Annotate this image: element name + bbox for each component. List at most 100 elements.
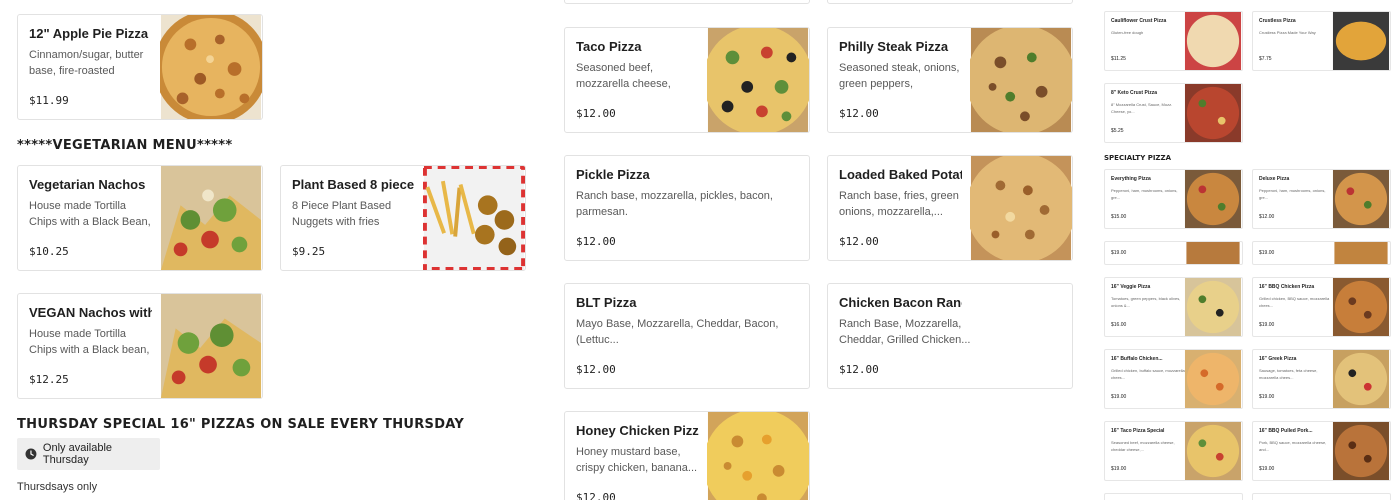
item-name: Crustless Pizza [1259,18,1296,24]
plant-based-nuggets-photo [423,166,525,270]
menu-item-card-small[interactable]: 16" Greek Pizza Sausage, tomatoes, feta … [1252,349,1391,409]
menu-item-card[interactable]: VEGAN Nachos with... House made Tortilla… [17,293,263,399]
section-title-vegetarian: *****VEGETARIAN MENU***** [17,138,233,153]
item-price: $5.25 [1111,128,1124,134]
menu-item-card-small[interactable]: Crustless Pizza Crustless Pizza Made You… [1252,11,1391,71]
item-description: Grilled chicken, BBQ sauce, mozzarella c… [1259,296,1330,308]
menu-item-card[interactable]: Pickle Pizza Ranch base, mozzarella, pic… [564,155,810,261]
item-price: $12.00 [576,363,616,376]
item-name: 16" Veggie Pizza [1111,284,1151,290]
item-description: Cinnamon/sugar, butter base, fire-roaste… [29,49,144,77]
menu-item-card[interactable]: BLT Pizza Mayo Base, Mozzarella, Cheddar… [564,283,810,389]
section-title-specialty: SPECIALTY PIZZA [1104,154,1171,162]
item-description: Ranch base, mozzarella, pickles, bacon, … [576,190,773,218]
item-price: $19.00 [1111,394,1127,400]
menu-item-card-small[interactable]: $19.00 [1104,241,1243,265]
availability-badge: Only available Thursday [17,438,160,470]
item-name: Chicken Bacon Ranc... [839,295,962,310]
item-price: $11.99 [29,94,69,107]
item-name: VEGAN Nachos with... [29,305,152,320]
item-name: 16" Buffalo Chicken... [1111,356,1163,362]
menu-item-card-partial[interactable] [827,0,1073,4]
item-description: Pork, BBQ sauce, mozzarella cheese, and.… [1259,440,1327,452]
menu-item-card-small[interactable]: 16" Taco Pizza Special Seasoned beef, mo… [1104,421,1243,481]
item-name: Taco Pizza [576,39,642,54]
item-price: $19.00 [1259,466,1275,472]
everything-pizza-photo [1184,170,1242,228]
vegetarian-nachos-photo [160,166,262,270]
item-description: Mayo Base, Mozzarella, Cheddar, Bacon, (… [576,318,779,346]
item-description: Ranch base, fries, green onions, mozzare… [839,190,959,218]
item-description: Seasoned beef, mozzarella cheese, chedda… [1111,440,1175,452]
item-price: $12.00 [576,107,616,120]
menu-item-card[interactable]: Honey Chicken Pizza Honey mustard base, … [564,411,810,500]
vegan-nachos-photo [160,294,262,398]
menu-item-card-small[interactable]: 8" Keto Crust Pizza 8" Mozzarella Crust,… [1104,83,1243,143]
menu-item-card-small[interactable]: Everything Pizza Pepperoni, ham, mushroo… [1104,169,1243,229]
specialty-pizza-photo [1186,242,1240,264]
menu-item-card-small[interactable]: 16" Veggie Pizza Tomatoes, green peppers… [1104,277,1243,337]
item-name: Honey Chicken Pizza [576,423,699,438]
menu-item-card-small[interactable]: Cauliflower Crust Pizza Gluten-free doug… [1104,11,1243,71]
item-name: Pickle Pizza [576,167,650,182]
item-description: Sausage, tomatoes, feta cheese, mozzarel… [1259,368,1318,380]
item-description: Pepperoni, ham, mushrooms, onions, gre..… [1111,188,1178,200]
cauliflower-crust-photo [1184,12,1242,70]
item-name: Loaded Baked Potato [839,167,962,182]
item-name: Cauliflower Crust Pizza [1111,18,1167,24]
veggie-pizza-photo [1184,278,1242,336]
item-description: House made Tortilla Chips with a Black B… [29,200,151,228]
item-price: $10.25 [29,245,69,258]
menu-item-card-small[interactable]: 16" Buffalo Chicken... Grilled chicken, … [1104,349,1243,409]
item-price: $7.75 [1259,56,1272,62]
item-description: Tomatoes, green peppers, black olives, o… [1111,296,1181,308]
item-name: 16" BBQ Pulled Pork... [1259,428,1313,434]
item-description: Seasoned beef, mozzarella cheese, chedda… [576,62,671,90]
item-price: $15.00 [1111,214,1127,220]
item-price: $12.25 [29,373,69,386]
menu-item-card-small[interactable]: 16" BBQ Chicken Pizza Grilled chicken, B… [1252,277,1391,337]
item-name: 16" BBQ Chicken Pizza [1259,284,1315,290]
availability-label: Only available Thursday [42,442,113,466]
item-name: 16" Taco Pizza Special [1111,428,1165,434]
menu-item-card[interactable]: Vegetarian Nachos House made Tortilla Ch… [17,165,263,271]
menu-item-card[interactable]: 12" Apple Pie Pizza Cinnamon/sugar, butt… [17,14,263,120]
menu-item-card-small[interactable]: 16" BBQ Pulled Pork... Pork, BBQ sauce, … [1252,421,1391,481]
item-description: Crustless Pizza Made Your Way [1259,30,1316,35]
menu-item-card-small[interactable]: Deluxe Pizza Pepperoni, ham, mushrooms, … [1252,169,1391,229]
menu-item-card-partial[interactable] [564,0,810,4]
item-price: $12.00 [839,107,879,120]
menu-item-card-small-partial[interactable] [1252,493,1391,500]
item-name: Vegetarian Nachos [29,177,146,192]
item-name: 12" Apple Pie Pizza [29,26,149,41]
menu-item-card-small[interactable]: $19.00 [1252,241,1391,265]
item-price: $16.00 [1111,322,1127,328]
item-name: Everything Pizza [1111,176,1151,182]
keto-crust-photo [1184,84,1242,142]
item-price: $19.00 [1259,394,1275,400]
item-price: $12.00 [839,363,879,376]
item-description: Pepperoni, ham, mushrooms, onions, gre..… [1259,188,1326,200]
menu-item-card[interactable]: Loaded Baked Potato Ranch base, fries, g… [827,155,1073,261]
item-price: $11.25 [1111,56,1126,62]
thursday-note: Thursdsays only [17,481,98,493]
crustless-pizza-photo [1332,12,1390,70]
menu-item-card[interactable]: Taco Pizza Seasoned beef, mozzarella che… [564,27,810,133]
bbq-pulled-pork-pizza-photo [1332,422,1390,480]
loaded-potato-pizza-photo [970,156,1072,260]
menu-item-card-small-partial[interactable] [1104,493,1243,500]
bbq-chicken-pizza-photo [1332,278,1390,336]
item-price: $12.00 [1259,214,1275,220]
menu-item-card[interactable]: Chicken Bacon Ranc... Ranch Base, Mozzar… [827,283,1073,389]
item-description: Honey mustard base, crispy chicken, bana… [576,446,698,474]
item-description: 8 Piece Plant Based Nuggets with fries [292,200,392,228]
item-price: $12.00 [576,235,616,248]
menu-item-card[interactable]: Philly Steak Pizza Seasoned steak, onion… [827,27,1073,133]
item-description: House made Tortilla Chips with a Black b… [29,328,150,356]
item-name: BLT Pizza [576,295,637,310]
item-price: $9.25 [292,245,326,258]
item-price: $19.00 [1111,250,1127,256]
item-price: $19.00 [1259,322,1275,328]
item-price: $12.00 [839,235,879,248]
menu-item-card[interactable]: Plant Based 8 piece... 8 Piece Plant Bas… [280,165,526,271]
